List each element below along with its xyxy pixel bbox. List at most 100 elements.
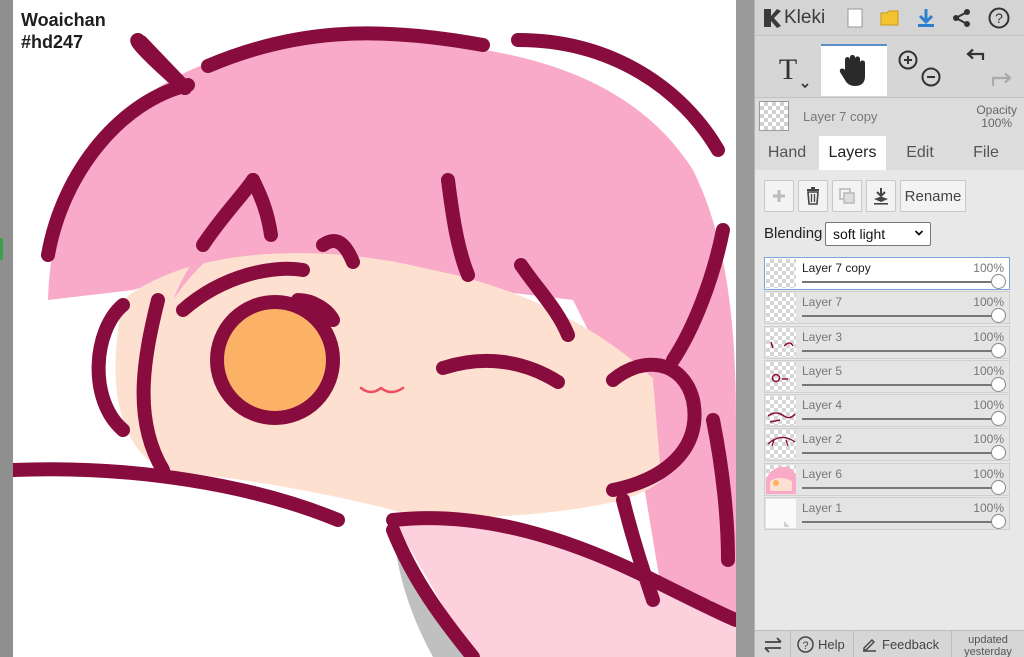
current-layer-thumbnail [759, 101, 789, 131]
zoom-in-icon [898, 50, 918, 70]
updated-line2: yesterday [964, 646, 1012, 657]
layer-opacity: 100% [973, 363, 1004, 378]
signature-name: Woaichan [21, 10, 106, 30]
left-edge-strip [0, 0, 13, 657]
signature-tag: #hd247 [21, 32, 84, 52]
layer-opacity: 100% [973, 432, 1004, 447]
layer-row-layer-2[interactable]: Layer 2 100% [764, 428, 1010, 462]
layer-row-layer-4[interactable]: Layer 4 100% [764, 394, 1010, 428]
text-tool-icon: T [779, 53, 809, 89]
layer-opacity-slider[interactable] [991, 376, 1006, 392]
left-edge-marker [0, 238, 3, 260]
undo-redo-icons [966, 48, 1012, 86]
layer-opacity-slider[interactable] [991, 514, 1006, 530]
layer-thumbnail [766, 464, 796, 494]
layer-opacity-track [802, 281, 998, 283]
current-layer-info: Layer 7 copy Opacity 100% [755, 98, 1024, 136]
svg-text:?: ? [995, 10, 1003, 26]
layer-name: Layer 5 [802, 363, 843, 378]
layer-name: Layer 6 [802, 466, 843, 481]
layer-opacity-slider[interactable] [991, 274, 1006, 289]
layer-thumbnail [766, 430, 796, 460]
layer-opacity-slider[interactable] [991, 479, 1006, 495]
tab-edit[interactable]: Edit [886, 136, 954, 170]
new-file-icon[interactable] [843, 6, 867, 30]
layer-name: Layer 2 [802, 432, 843, 447]
layer-row-layer-7[interactable]: Layer 7 100% [764, 291, 1010, 325]
layer-name: Layer 7 copy [802, 261, 871, 275]
layer-opacity-track [802, 315, 998, 318]
swap-sides-button[interactable] [755, 631, 791, 657]
merge-down-button[interactable] [866, 180, 896, 212]
duplicate-layer-button[interactable] [832, 180, 862, 212]
layer-thumbnail [766, 499, 796, 529]
layer-list: Layer 7 copy 100% Layer 7 100% Layer 3 1… [764, 257, 1010, 531]
kleki-logo[interactable]: Kleki [762, 6, 825, 30]
current-layer-opacity[interactable]: Opacity 100% [976, 104, 1017, 130]
layer-row-layer-5[interactable]: Layer 5 100% [764, 359, 1010, 393]
add-layer-button[interactable] [764, 180, 794, 212]
layer-thumbnail [766, 259, 796, 288]
updated-line1: updated [968, 634, 1008, 646]
layer-row-layer-6[interactable]: Layer 6 100% [764, 462, 1010, 496]
zoom-buttons[interactable] [893, 44, 945, 96]
duplicate-icon [839, 188, 855, 204]
help-button[interactable]: ? Help [791, 631, 854, 657]
layer-opacity-slider[interactable] [991, 445, 1006, 461]
layer-opacity: 100% [973, 501, 1004, 516]
share-icon[interactable] [950, 6, 974, 30]
right-panel: Kleki ? T Layer 7 copy Opacity 100% Hand… [754, 0, 1024, 657]
text-tool-button[interactable]: T [765, 44, 815, 96]
undo-redo-buttons[interactable] [960, 44, 1018, 96]
merge-down-icon [874, 188, 888, 205]
layer-thumbnail [766, 396, 796, 426]
hand-tool-button[interactable] [821, 44, 887, 96]
canvas-gutter [736, 0, 754, 657]
download-icon[interactable] [914, 6, 938, 30]
panel-tabs: Hand Layers Edit File [755, 136, 1024, 170]
layer-name: Layer 4 [802, 398, 843, 413]
svg-text:?: ? [802, 640, 808, 652]
layer-opacity-slider[interactable] [991, 308, 1006, 324]
kleki-app: Woaichan #hd247 Kleki ? T Layer 7 copy O… [0, 0, 1024, 657]
layer-name: Layer 7 [802, 295, 843, 310]
help-icon[interactable]: ? [987, 6, 1011, 30]
undo-icon [966, 48, 985, 60]
layer-opacity: 100% [973, 261, 1004, 275]
layers-tab-body: Rename Blending soft light Layer 7 copy … [755, 170, 1024, 630]
tab-layers[interactable]: Layers [819, 136, 886, 170]
layer-opacity-track [802, 383, 998, 386]
delete-layer-button[interactable] [798, 180, 828, 212]
app-name: Kleki [784, 7, 826, 28]
tab-hand[interactable]: Hand [755, 136, 819, 170]
tab-file[interactable]: File [954, 136, 1018, 170]
layer-thumbnail [766, 327, 796, 357]
redo-icon [991, 72, 1012, 86]
open-folder-icon[interactable] [878, 6, 902, 30]
layer-row-layer-1[interactable]: Layer 1 100% [764, 497, 1010, 531]
layer-opacity-slider[interactable] [991, 411, 1006, 427]
blending-label: Blending [764, 225, 823, 242]
signature-text: Woaichan #hd247 [21, 9, 106, 53]
layer-name: Layer 1 [802, 501, 843, 516]
swap-arrows-icon [763, 636, 782, 653]
layer-opacity-track [802, 452, 998, 455]
layer-opacity-track [802, 418, 998, 421]
updated-status[interactable]: updated yesterday [955, 634, 1021, 657]
feedback-label: Feedback [882, 637, 940, 652]
layer-opacity: 100% [973, 329, 1004, 344]
blending-mode-select[interactable]: soft light [825, 222, 931, 246]
layer-row-layer-3[interactable]: Layer 3 100% [764, 325, 1010, 359]
layer-opacity-slider[interactable] [991, 342, 1006, 358]
layer-name: Layer 3 [802, 329, 843, 344]
layer-row-layer-7-copy[interactable]: Layer 7 copy 100% [764, 257, 1010, 290]
drawing-canvas[interactable]: Woaichan #hd247 [13, 0, 736, 657]
layer-opacity-track [802, 349, 998, 352]
layer-opacity: 100% [973, 466, 1004, 481]
top-bar: Kleki ? [755, 0, 1024, 36]
rename-layer-button[interactable]: Rename [900, 180, 966, 212]
trash-icon [807, 187, 819, 205]
layer-opacity: 100% [973, 295, 1004, 310]
layer-thumbnail [766, 361, 796, 391]
feedback-button[interactable]: Feedback [854, 631, 952, 657]
